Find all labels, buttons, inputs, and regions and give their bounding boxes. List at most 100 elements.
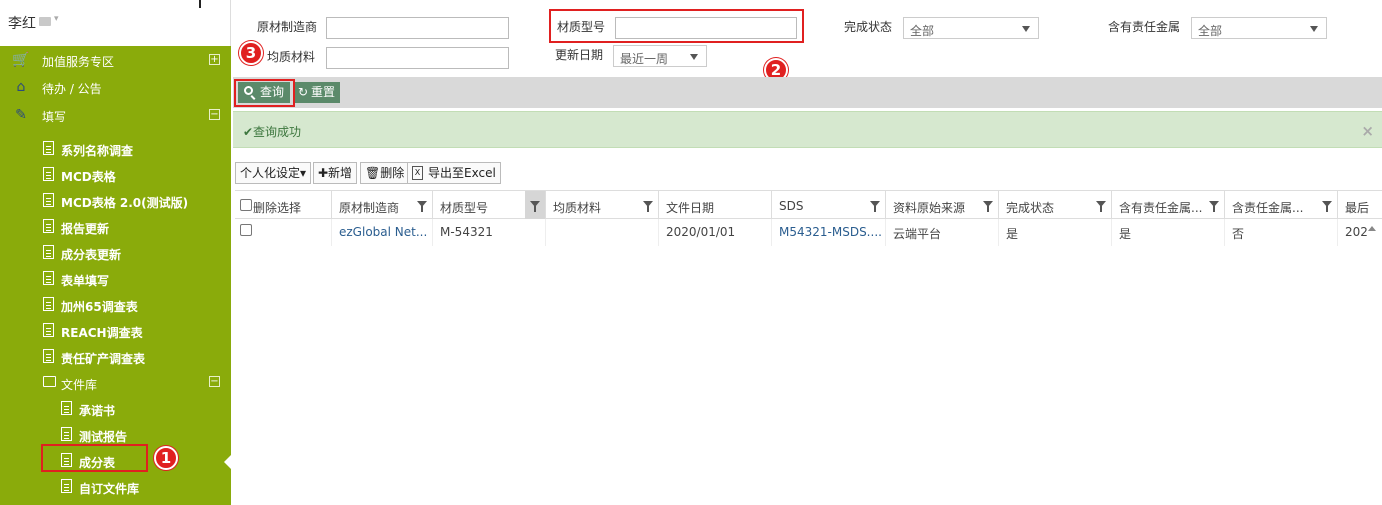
column-label: 最后 — [1345, 201, 1370, 215]
table-cell: 2020/01/01 — [659, 219, 772, 246]
row-checkbox[interactable] — [240, 224, 252, 236]
document-icon — [43, 245, 54, 259]
filter-label: 更新日期 — [555, 48, 604, 62]
table-cell-link[interactable]: ezGlobal Net... — [332, 219, 433, 246]
sidebar-subitem-label: 承诺书 — [79, 404, 116, 418]
divider — [199, 0, 201, 8]
reset-button-label: 重置 — [311, 85, 336, 99]
export-excel-button[interactable]: X 导出至Excel — [407, 162, 501, 184]
update-date-select[interactable]: 最近一周 — [613, 45, 707, 67]
folder-icon — [43, 376, 56, 387]
sidebar-subitem[interactable]: 成分表更新 — [0, 239, 231, 265]
sidebar-subitem[interactable]: 承诺书 — [0, 395, 231, 421]
sidebar-subitem[interactable]: 责任矿产调查表 — [0, 343, 231, 369]
column-header[interactable]: 含责任金属... — [1225, 191, 1338, 220]
mail-icon[interactable] — [39, 17, 51, 26]
sidebar-item-todo[interactable]: ⌂ 待办 / 公告 — [0, 74, 231, 100]
document-icon — [43, 271, 54, 285]
document-icon — [43, 141, 54, 155]
sidebar-subitem[interactable]: REACH调查表 — [0, 317, 231, 343]
sidebar-subitem[interactable]: 加州65调查表 — [0, 291, 231, 317]
sidebar: 李红 ▾ 🛒 加值服务专区 + ⌂ 待办 / 公告 ✎ 填写 − 系列名称调查 … — [0, 0, 231, 505]
dropdown-arrow-icon — [1310, 26, 1318, 32]
status-select[interactable]: 全部 — [903, 17, 1039, 39]
homogeneous-input[interactable] — [326, 47, 509, 69]
home-icon: ⌂ — [16, 79, 26, 95]
document-icon — [43, 193, 54, 207]
row-select-cell[interactable] — [235, 219, 332, 246]
collapse-icon[interactable]: − — [209, 109, 220, 120]
table-cell: 是 — [999, 219, 1112, 246]
column-label: SDS — [779, 199, 804, 213]
add-button[interactable]: ✚新增 — [313, 162, 358, 184]
step-badge-3: 3 — [239, 41, 263, 65]
metal-select[interactable]: 全部 — [1191, 17, 1327, 39]
sidebar-subitem[interactable]: MCD表格 2.0(测试版) — [0, 187, 231, 213]
filter-label: 均质材料 — [267, 50, 316, 64]
filter-icon[interactable] — [417, 201, 427, 212]
step-badge-1: 1 — [154, 446, 178, 470]
sidebar-item-fill[interactable]: ✎ 填写 − — [0, 102, 231, 128]
filter-icon[interactable] — [1322, 201, 1332, 212]
expand-icon[interactable]: + — [209, 54, 220, 65]
column-header[interactable]: 资料原始来源 — [886, 191, 999, 220]
table-cell: M-54321 — [433, 219, 546, 246]
collapse-icon[interactable]: − — [209, 376, 220, 387]
column-header[interactable]: 材质型号 — [433, 191, 546, 220]
document-icon — [43, 167, 54, 181]
main-panel: 原材制造商 材质型号 完成状态 全部 含有责任金属 全部 均质材料 更新日期 最… — [233, 0, 1382, 505]
personalize-button[interactable]: 个人化设定▾ — [235, 162, 312, 184]
export-label: 导出至Excel — [428, 166, 496, 180]
table-cell-link[interactable]: M54321-MSDS.... — [772, 219, 886, 246]
column-header-delete[interactable]: 删除选择 — [235, 191, 332, 220]
dropdown-arrow-icon — [690, 54, 698, 60]
document-icon — [61, 427, 72, 441]
user-name[interactable]: 李红 — [8, 13, 36, 33]
sidebar-subitem[interactable]: 报告更新 — [0, 213, 231, 239]
filter-icon[interactable] — [643, 201, 653, 212]
table-row[interactable]: ezGlobal Net... M-54321 2020/01/01 M5432… — [235, 219, 1382, 246]
sidebar-subitem-label: 报告更新 — [61, 222, 110, 236]
highlight-box-3 — [234, 79, 295, 107]
sidebar-subitem[interactable]: 系列名称调查 — [0, 135, 231, 161]
sidebar-folder-library[interactable]: 文件库 − — [0, 369, 231, 395]
column-header[interactable]: 最后 — [1338, 191, 1382, 220]
filter-icon[interactable] — [983, 201, 993, 212]
toolbar: 查询 ↻ 重置 — [233, 77, 1382, 108]
column-label: 资料原始来源 — [893, 201, 966, 215]
sidebar-item-label: 填写 — [42, 110, 67, 124]
sidebar-subitem[interactable]: MCD表格 — [0, 161, 231, 187]
chevron-down-icon[interactable]: ▾ — [54, 14, 59, 24]
column-header[interactable]: 含有责任金属... — [1112, 191, 1225, 220]
close-icon[interactable]: × — [1361, 122, 1374, 140]
document-icon — [43, 349, 54, 363]
sidebar-subitem-label: 成分表更新 — [61, 248, 122, 262]
sidebar-subitem[interactable]: 自订文件库 — [0, 473, 231, 499]
sidebar-subitem-label: 责任矿产调查表 — [61, 352, 146, 366]
manufacturer-input[interactable] — [326, 17, 509, 39]
filter-icon[interactable] — [1209, 201, 1219, 212]
success-alert: ✔查询成功 × — [233, 111, 1382, 148]
column-label: 完成状态 — [1006, 201, 1055, 215]
filter-icon[interactable] — [1096, 201, 1106, 212]
column-header[interactable]: SDS — [772, 191, 886, 220]
delete-button[interactable]: 🗑删除 — [360, 162, 410, 184]
document-icon — [43, 219, 54, 233]
column-header[interactable]: 完成状态 — [999, 191, 1112, 220]
filter-icon[interactable] — [870, 201, 880, 212]
table-cell: 否 — [1225, 219, 1338, 246]
scroll-up-icon[interactable] — [1368, 226, 1376, 231]
document-icon — [43, 323, 54, 337]
select-all-checkbox[interactable] — [240, 199, 252, 211]
column-label: 原材制造商 — [339, 201, 400, 215]
table-cell: 202 — [1345, 225, 1368, 239]
column-header[interactable]: 原材制造商 — [332, 191, 433, 220]
reset-button[interactable]: ↻ 重置 — [295, 82, 341, 103]
column-header[interactable]: 均质材料 — [546, 191, 659, 220]
document-icon — [61, 401, 72, 415]
sidebar-subitem[interactable]: 表单填写 — [0, 265, 231, 291]
filter-icon[interactable] — [530, 201, 540, 212]
edit-icon: ✎ — [15, 107, 27, 123]
sidebar-item-value-added[interactable]: 🛒 加值服务专区 + — [0, 47, 231, 73]
column-header[interactable]: 文件日期 — [659, 191, 772, 220]
